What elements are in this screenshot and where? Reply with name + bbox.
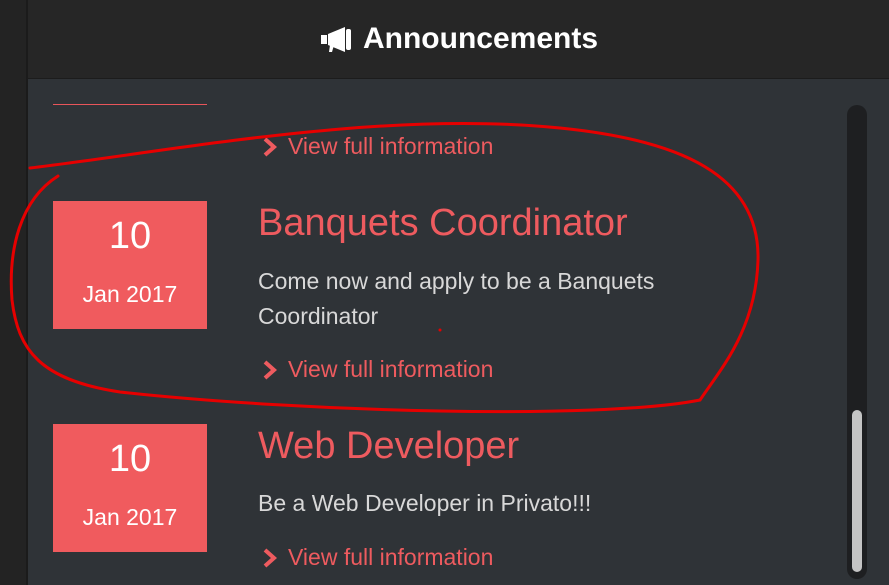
left-panel-edge: [0, 0, 28, 585]
announcements-header: Announcements: [28, 0, 889, 79]
megaphone-icon: [319, 24, 353, 54]
chevron-right-icon: [260, 547, 280, 569]
divider-line: [53, 104, 207, 105]
scrollbar-thumb[interactable]: [852, 410, 862, 572]
view-full-information-link[interactable]: View full information: [260, 356, 493, 383]
announcement-title[interactable]: Banquets Coordinator: [258, 202, 628, 245]
date-day: 10: [108, 438, 152, 480]
chevron-right-icon: [260, 136, 280, 158]
date-month-year: Jan 2017: [82, 281, 178, 307]
announcement-description: Be a Web Developer in Privato!!!: [258, 490, 592, 516]
announcements-list[interactable]: View full information 10 Jan 2017 Banque…: [28, 79, 889, 585]
date-badge: 10 Jan 2017: [53, 424, 207, 552]
link-label: View full information: [288, 544, 494, 570]
view-full-information-link[interactable]: View full information: [260, 544, 493, 571]
chevron-right-icon: [260, 359, 280, 381]
view-full-information-link[interactable]: View full information: [260, 133, 493, 160]
date-month-year: Jan 2017: [82, 504, 178, 530]
scrollbar[interactable]: [847, 105, 867, 579]
link-label: View full information: [288, 356, 494, 382]
announcement-title[interactable]: Web Developer: [258, 425, 519, 468]
announcement-description: Come now and apply to be a Banquets Coor…: [258, 268, 655, 329]
link-label: View full information: [288, 133, 494, 159]
date-day: 10: [108, 215, 152, 257]
page-title: Announcements: [362, 22, 599, 55]
date-badge: 10 Jan 2017: [53, 201, 207, 329]
